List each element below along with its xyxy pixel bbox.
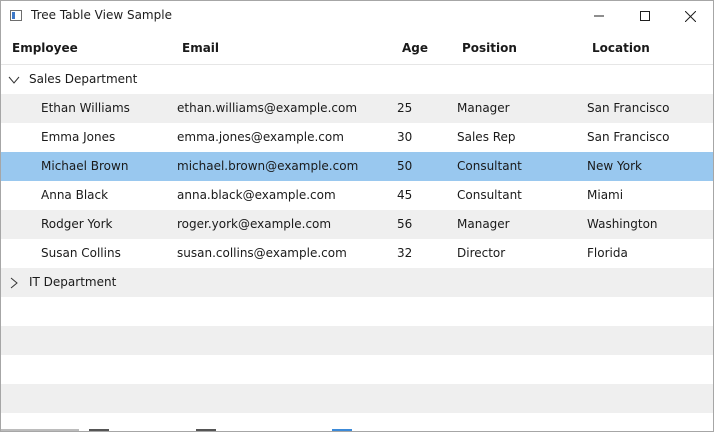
cell-employee: Rodger York (41, 217, 113, 231)
close-icon (684, 10, 696, 22)
cell-employee: Michael Brown (41, 159, 129, 173)
chevron-right-icon[interactable] (8, 277, 20, 289)
cell-location: San Francisco (587, 130, 670, 144)
cell-age: 50 (397, 159, 413, 173)
maximize-button[interactable] (622, 1, 668, 31)
table-row[interactable]: Rodger York roger.york@example.com 56 Ma… (1, 210, 713, 239)
empty-row (1, 297, 713, 326)
column-header-email[interactable]: Email (182, 41, 219, 55)
column-header-position[interactable]: Position (462, 41, 517, 55)
group-label: IT Department (29, 275, 117, 289)
cell-age: 25 (397, 101, 413, 115)
cell-email: susan.collins@example.com (177, 246, 347, 260)
cell-position: Director (457, 246, 506, 260)
cell-position: Manager (457, 101, 510, 115)
cell-position: Consultant (457, 188, 522, 202)
tree-table-body: Sales Department Ethan Williams ethan.wi… (1, 65, 713, 413)
cell-email: roger.york@example.com (177, 217, 332, 231)
cell-age: 45 (397, 188, 413, 202)
app-window-icon (10, 10, 22, 21)
cell-employee: Ethan Williams (41, 101, 130, 115)
cell-employee: Emma Jones (41, 130, 116, 144)
window-title: Tree Table View Sample (31, 8, 172, 22)
cell-employee: Susan Collins (41, 246, 121, 260)
chevron-down-icon[interactable] (8, 74, 20, 86)
cell-employee: Anna Black (41, 188, 109, 202)
cell-location: Washington (587, 217, 658, 231)
tree-group-row[interactable]: Sales Department (1, 65, 713, 94)
table-row[interactable]: Ethan Williams ethan.williams@example.co… (1, 94, 713, 123)
cell-position: Manager (457, 217, 510, 231)
group-label: Sales Department (29, 72, 138, 86)
empty-row (1, 355, 713, 384)
cell-email: ethan.williams@example.com (177, 101, 358, 115)
maximize-icon (640, 11, 650, 21)
table-row[interactable]: Emma Jones emma.jones@example.com 30 Sal… (1, 123, 713, 152)
table-row[interactable]: Susan Collins susan.collins@example.com … (1, 239, 713, 268)
minimize-button[interactable] (576, 1, 622, 31)
close-button[interactable] (667, 1, 713, 31)
empty-row (1, 326, 713, 355)
cell-location: New York (587, 159, 642, 173)
app-window: Tree Table View Sample Employee Email Ag… (0, 0, 714, 432)
cell-location: Miami (587, 188, 624, 202)
minimize-icon (594, 15, 604, 17)
cell-location: San Francisco (587, 101, 670, 115)
column-header-employee[interactable]: Employee (12, 41, 78, 55)
table-header: Employee Email Age Position Location (1, 32, 713, 65)
cell-position: Sales Rep (457, 130, 516, 144)
cell-age: 32 (397, 246, 413, 260)
column-header-age[interactable]: Age (402, 41, 428, 55)
tree-group-row[interactable]: IT Department (1, 268, 713, 297)
cell-email: anna.black@example.com (177, 188, 336, 202)
table-row-selected[interactable]: Michael Brown michael.brown@example.com … (1, 152, 713, 181)
empty-row (1, 384, 713, 413)
cell-age: 56 (397, 217, 413, 231)
cell-position: Consultant (457, 159, 522, 173)
title-bar[interactable]: Tree Table View Sample (1, 1, 713, 31)
column-header-location[interactable]: Location (592, 41, 650, 55)
table-row[interactable]: Anna Black anna.black@example.com 45 Con… (1, 181, 713, 210)
cell-email: michael.brown@example.com (177, 159, 359, 173)
cell-location: Florida (587, 246, 628, 260)
cell-age: 30 (397, 130, 413, 144)
cell-email: emma.jones@example.com (177, 130, 344, 144)
